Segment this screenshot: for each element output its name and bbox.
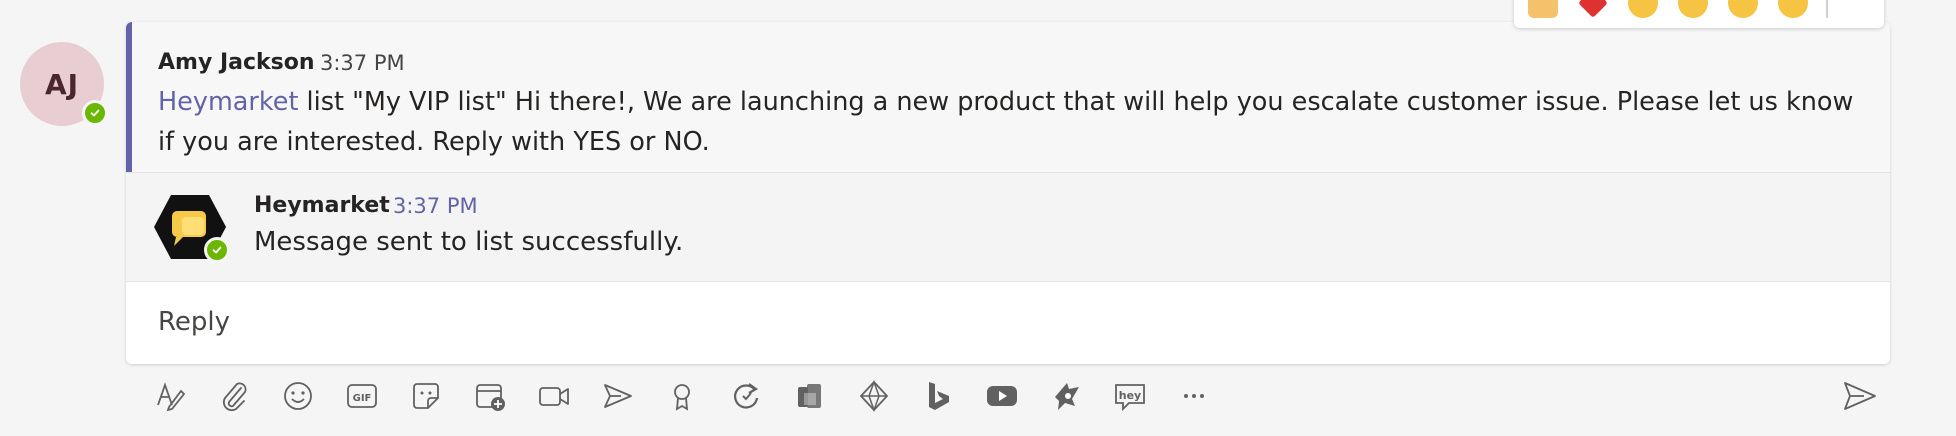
original-message[interactable]: Amy Jackson 3:37 PM Heymarket list "My V… xyxy=(126,22,1890,173)
message-thread-card: Amy Jackson 3:37 PM Heymarket list "My V… xyxy=(126,22,1890,364)
gif-icon[interactable]: GIF xyxy=(342,376,382,416)
youtube-icon[interactable] xyxy=(982,376,1022,416)
avatar-initials: AJ xyxy=(44,67,80,101)
reaction-bar: ··· xyxy=(1514,0,1884,28)
emoji-icon[interactable] xyxy=(278,376,318,416)
send-icon xyxy=(1844,382,1876,410)
stream-icon[interactable] xyxy=(598,376,638,416)
message-author[interactable]: Amy Jackson xyxy=(158,50,315,75)
app-icon[interactable] xyxy=(1046,376,1086,416)
compose-toolbar: GIF hey xyxy=(150,376,1210,416)
bing-icon[interactable] xyxy=(918,376,958,416)
like-reaction-icon[interactable] xyxy=(1528,0,1558,18)
message-timestamp: 3:37 PM xyxy=(320,51,405,75)
meet-now-icon[interactable] xyxy=(534,376,574,416)
reaction-divider xyxy=(1826,0,1828,18)
polly-icon[interactable] xyxy=(854,376,894,416)
surprised-reaction-icon[interactable] xyxy=(1678,0,1708,18)
svg-text:GIF: GIF xyxy=(353,393,372,404)
bot-reply-message[interactable]: Heymarket 3:37 PM Message sent to list s… xyxy=(126,173,1890,282)
svg-text:hey: hey xyxy=(1119,389,1141,402)
heymarket-icon[interactable]: hey xyxy=(1110,376,1150,416)
praise-icon[interactable] xyxy=(662,376,702,416)
more-options-icon[interactable] xyxy=(1174,376,1214,416)
reply-author[interactable]: Heymarket xyxy=(254,193,390,218)
accent-bar xyxy=(126,22,132,172)
reply-timestamp: 3:37 PM xyxy=(393,194,478,218)
reply-button[interactable]: Reply xyxy=(126,282,1890,364)
message-body: Heymarket list "My VIP list" Hi there!, … xyxy=(158,82,1873,162)
heart-reaction-icon[interactable] xyxy=(1578,0,1608,18)
loop-icon[interactable] xyxy=(726,376,766,416)
send-button[interactable] xyxy=(1838,376,1882,416)
laugh-reaction-icon[interactable] xyxy=(1628,0,1658,18)
mention-heymarket[interactable]: Heymarket xyxy=(158,87,298,117)
office-apps-icon[interactable] xyxy=(790,376,830,416)
reply-text: Message sent to list successfully. xyxy=(254,227,684,257)
angry-reaction-icon[interactable] xyxy=(1778,0,1808,18)
presence-available-icon xyxy=(204,237,230,263)
avatar-amy-jackson[interactable]: AJ xyxy=(20,42,108,126)
sticker-icon[interactable] xyxy=(406,376,446,416)
message-text: list "My VIP list" Hi there!, We are lau… xyxy=(158,87,1854,157)
schedule-meeting-icon[interactable] xyxy=(470,376,510,416)
heymarket-avatar[interactable] xyxy=(152,193,230,263)
attach-icon[interactable] xyxy=(214,376,254,416)
format-icon[interactable] xyxy=(150,376,190,416)
reply-label: Reply xyxy=(158,307,231,337)
sad-reaction-icon[interactable] xyxy=(1728,0,1758,18)
presence-available-icon xyxy=(82,100,108,126)
